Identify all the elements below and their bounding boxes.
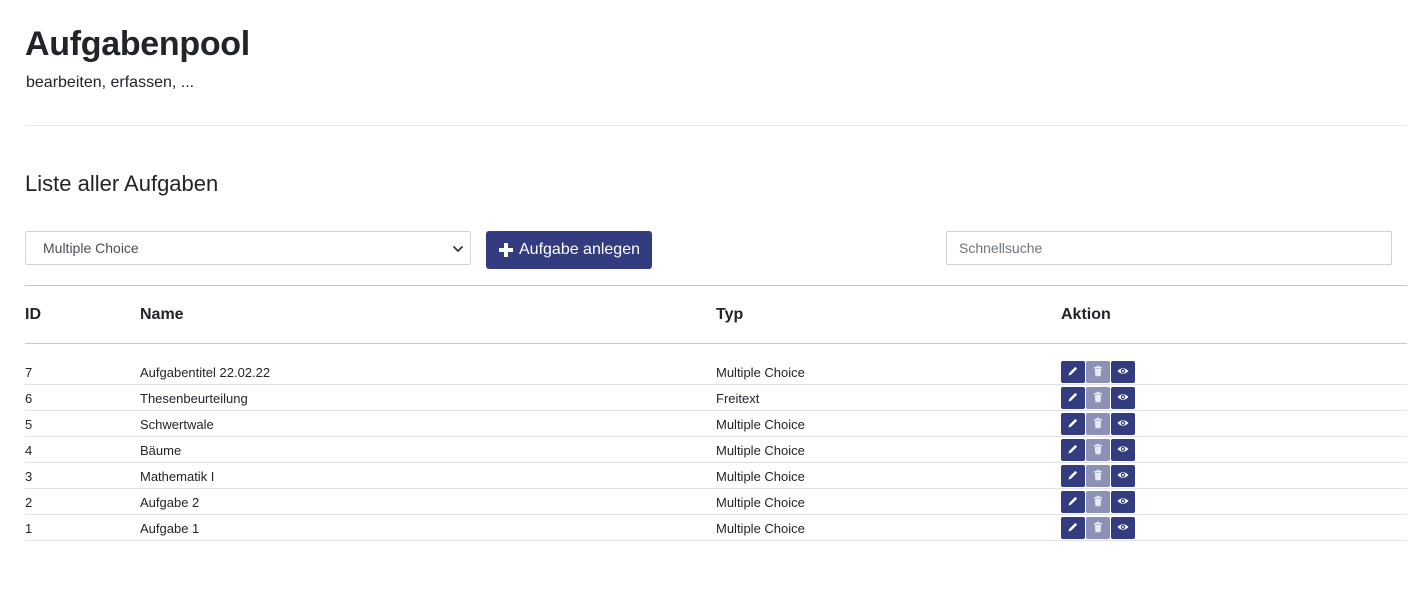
delete-button[interactable]	[1086, 491, 1110, 513]
delete-button[interactable]	[1086, 387, 1110, 409]
pencil-icon	[1067, 365, 1079, 380]
edit-button[interactable]	[1061, 361, 1085, 383]
divider	[25, 285, 1407, 286]
task-type: Multiple Choice	[716, 365, 805, 380]
task-id: 3	[25, 469, 33, 484]
task-type: Multiple Choice	[716, 521, 805, 536]
pencil-icon	[1067, 417, 1079, 432]
type-filter-select[interactable]: Multiple Choice	[25, 231, 471, 265]
task-id: 5	[25, 417, 33, 432]
delete-button[interactable]	[1086, 361, 1110, 383]
delete-button[interactable]	[1086, 465, 1110, 487]
task-name: Mathematik I	[140, 469, 215, 484]
task-name: Aufgabentitel 22.02.22	[140, 365, 271, 380]
edit-button[interactable]	[1061, 387, 1085, 409]
eye-icon	[1117, 365, 1129, 380]
table-row: 5 Schwertwale Multiple Choice	[25, 411, 1407, 437]
page-subtitle: bearbeiten, erfassen, ...	[26, 74, 195, 91]
trash-icon	[1092, 495, 1104, 510]
column-header-typ[interactable]: Typ	[716, 306, 743, 324]
pencil-icon	[1067, 391, 1079, 406]
view-button[interactable]	[1111, 361, 1135, 383]
trash-icon	[1092, 417, 1104, 432]
task-actions	[1061, 387, 1136, 409]
task-name: Aufgabe 2	[140, 495, 200, 510]
task-name: Aufgabe 1	[140, 521, 200, 536]
divider	[25, 125, 1407, 126]
chevron-down-icon	[453, 246, 463, 252]
column-header-name[interactable]: Name	[140, 306, 184, 324]
table-row: 2 Aufgabe 2 Multiple Choice	[25, 489, 1407, 515]
table-row: 7 Aufgabentitel 22.02.22 Multiple Choice	[25, 359, 1407, 385]
divider	[25, 343, 1407, 344]
edit-button[interactable]	[1061, 439, 1085, 461]
task-id: 4	[25, 443, 33, 458]
edit-button[interactable]	[1061, 413, 1085, 435]
view-button[interactable]	[1111, 491, 1135, 513]
task-actions	[1061, 491, 1136, 513]
table-row: 1 Aufgabe 1 Multiple Choice	[25, 515, 1407, 541]
view-button[interactable]	[1111, 517, 1135, 539]
task-actions	[1061, 465, 1136, 487]
task-table-body: 7 Aufgabentitel 22.02.22 Multiple Choice 6 T…	[25, 359, 1407, 541]
task-id: 7	[25, 365, 33, 380]
task-actions	[1061, 439, 1136, 461]
eye-icon	[1117, 417, 1129, 432]
add-task-label: Aufgabe anlegen	[519, 241, 640, 258]
trash-icon	[1092, 391, 1104, 406]
pencil-icon	[1067, 469, 1079, 484]
column-header-aktion: Aktion	[1061, 306, 1111, 323]
task-actions	[1061, 413, 1136, 435]
view-button[interactable]	[1111, 465, 1135, 487]
task-name: Schwertwale	[140, 417, 214, 432]
task-id: 1	[25, 521, 33, 536]
task-type: Multiple Choice	[716, 469, 805, 484]
view-button[interactable]	[1111, 439, 1135, 461]
table-row: 3 Mathematik I Multiple Choice	[25, 463, 1407, 489]
view-button[interactable]	[1111, 387, 1135, 409]
type-filter-value: Multiple Choice	[43, 240, 139, 256]
table-row: 4 Bäume Multiple Choice	[25, 437, 1407, 463]
edit-button[interactable]	[1061, 465, 1085, 487]
eye-icon	[1117, 469, 1129, 484]
trash-icon	[1092, 469, 1104, 484]
eye-icon	[1117, 495, 1129, 510]
eye-icon	[1117, 391, 1129, 406]
section-title: Liste aller Aufgaben	[25, 171, 219, 196]
trash-icon	[1092, 521, 1104, 536]
eye-icon	[1117, 443, 1129, 458]
search-input[interactable]	[946, 231, 1392, 265]
pencil-icon	[1067, 443, 1079, 458]
trash-icon	[1092, 443, 1104, 458]
table-row: 6 Thesenbeurteilung Freitext	[25, 385, 1407, 411]
task-name: Thesenbeurteilung	[140, 391, 248, 406]
view-button[interactable]	[1111, 413, 1135, 435]
page-title: Aufgabenpool	[25, 25, 250, 63]
trash-icon	[1092, 365, 1104, 380]
edit-button[interactable]	[1061, 491, 1085, 513]
delete-button[interactable]	[1086, 413, 1110, 435]
task-type: Multiple Choice	[716, 443, 805, 458]
edit-button[interactable]	[1061, 517, 1085, 539]
eye-icon	[1117, 521, 1129, 536]
delete-button[interactable]	[1086, 517, 1110, 539]
pencil-icon	[1067, 521, 1079, 536]
task-id: 6	[25, 391, 33, 406]
add-task-button[interactable]: Aufgabe anlegen	[486, 231, 652, 269]
column-header-id[interactable]: ID	[25, 306, 41, 324]
pencil-icon	[1067, 495, 1079, 510]
task-type: Multiple Choice	[716, 417, 805, 432]
task-actions	[1061, 517, 1136, 539]
task-id: 2	[25, 495, 33, 510]
task-type: Freitext	[716, 391, 760, 406]
task-type: Multiple Choice	[716, 495, 805, 510]
delete-button[interactable]	[1086, 439, 1110, 461]
task-actions	[1061, 361, 1136, 383]
plus-icon	[499, 243, 513, 257]
task-name: Bäume	[140, 443, 182, 458]
